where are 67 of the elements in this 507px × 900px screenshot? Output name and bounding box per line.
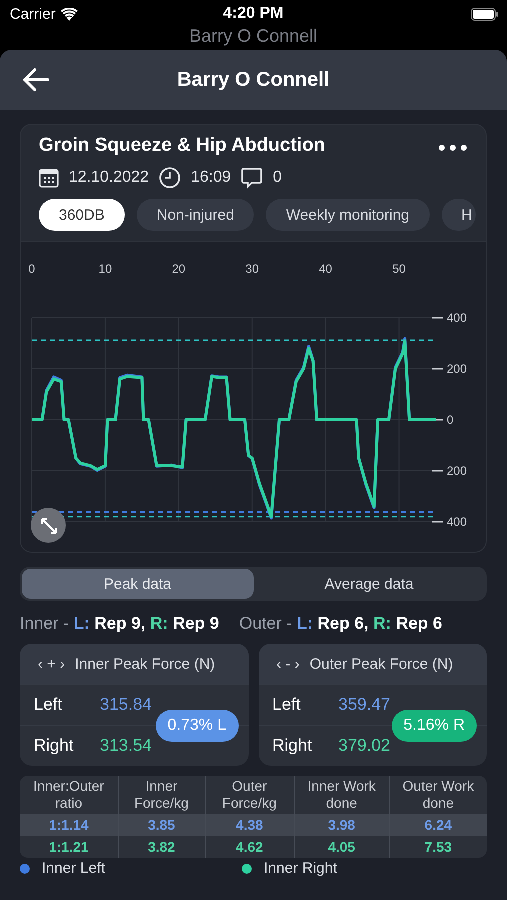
axis-label: 400: [432, 311, 468, 325]
carrier-name: Carrier: [10, 6, 56, 22]
axis-label: 400: [432, 515, 468, 529]
expand-icon: [40, 516, 58, 534]
axis-label: 200: [432, 362, 468, 376]
table-cell: 3.82: [118, 836, 205, 858]
force-value: 359.47: [338, 695, 390, 715]
column-header: Inner:Outer ratio: [20, 776, 118, 814]
axis-label: 10: [98, 262, 112, 276]
force-value: 315.84: [100, 695, 152, 715]
table-cell: 1:1.14: [20, 814, 118, 836]
table-cell: 4.38: [205, 814, 294, 836]
tag-chip[interactable]: 360DB: [39, 199, 125, 231]
legend-label: Inner Right: [264, 860, 338, 877]
y-tick-label: 400: [447, 515, 468, 529]
page-title: Barry O Connell: [177, 68, 330, 92]
side-label: Right: [272, 736, 314, 756]
expand-button[interactable]: [31, 508, 66, 543]
table-cell: 3.85: [118, 814, 205, 836]
test-title: Groin Squeeze & Hip Abduction: [39, 135, 326, 157]
direction-symbol: ‹ - ›: [276, 656, 300, 672]
y-tick-label: 400: [447, 311, 468, 325]
card-title: Outer Peak Force (N): [310, 656, 454, 672]
side-label: Left: [272, 695, 302, 715]
direction-symbol: ‹ + ›: [38, 656, 66, 672]
axis-label: 30: [246, 262, 260, 276]
back-button[interactable]: [22, 67, 50, 93]
tag-chip[interactable]: Weekly monitoring: [266, 199, 430, 231]
segment-tab[interactable]: Average data: [254, 569, 485, 599]
table-cell: 4.05: [294, 836, 390, 858]
table-cell: 7.53: [389, 836, 487, 858]
calendar-icon: [39, 168, 59, 188]
comment-count: 0: [273, 169, 282, 187]
comment-icon: [241, 167, 264, 189]
force-value: 379.02: [338, 736, 390, 756]
axis-label: 50: [392, 262, 406, 276]
rep-summary: Inner - L: Rep 9, R: Rep 9: [20, 614, 220, 634]
table-cell: 6.24: [389, 814, 487, 836]
axis-label: 0: [432, 413, 454, 427]
asymmetry-badge: 0.73% L: [156, 710, 238, 742]
axis-label: 20: [172, 262, 186, 276]
clock-time: 4:20 PM: [223, 5, 284, 22]
card-title: Inner Peak Force (N): [75, 656, 216, 672]
test-time: 16:09: [191, 169, 232, 187]
asymmetry-badge: 5.16% R: [392, 710, 477, 742]
table-cell: 3.98: [294, 814, 390, 836]
legend-label: Inner Left: [42, 860, 106, 877]
y-tick-label: 200: [447, 362, 468, 376]
battery-icon: [471, 8, 499, 20]
axis-label: 40: [319, 262, 332, 276]
axis-label: 0: [28, 262, 36, 276]
side-label: Left: [34, 695, 64, 715]
table-cell: 1:1.21: [20, 836, 118, 858]
tag-chip[interactable]: H: [442, 199, 476, 231]
background-title: Barry O Connell: [189, 26, 318, 46]
wifi-icon: [60, 8, 78, 20]
side-label: Right: [34, 736, 75, 756]
test-date: 12.10.2022: [69, 169, 150, 187]
table-cell: 4.62: [205, 836, 294, 858]
axis-label: 200: [432, 464, 468, 478]
force-value: 313.54: [100, 736, 152, 756]
y-tick-label: 0: [447, 413, 454, 427]
rep-summary: Outer - L: Rep 6, R: Rep 6: [239, 614, 442, 634]
segment-tab[interactable]: Peak data: [22, 569, 254, 599]
clock-icon: [159, 167, 182, 189]
y-tick-label: 200: [447, 464, 468, 478]
tag-chip[interactable]: Non-injured: [136, 199, 254, 231]
